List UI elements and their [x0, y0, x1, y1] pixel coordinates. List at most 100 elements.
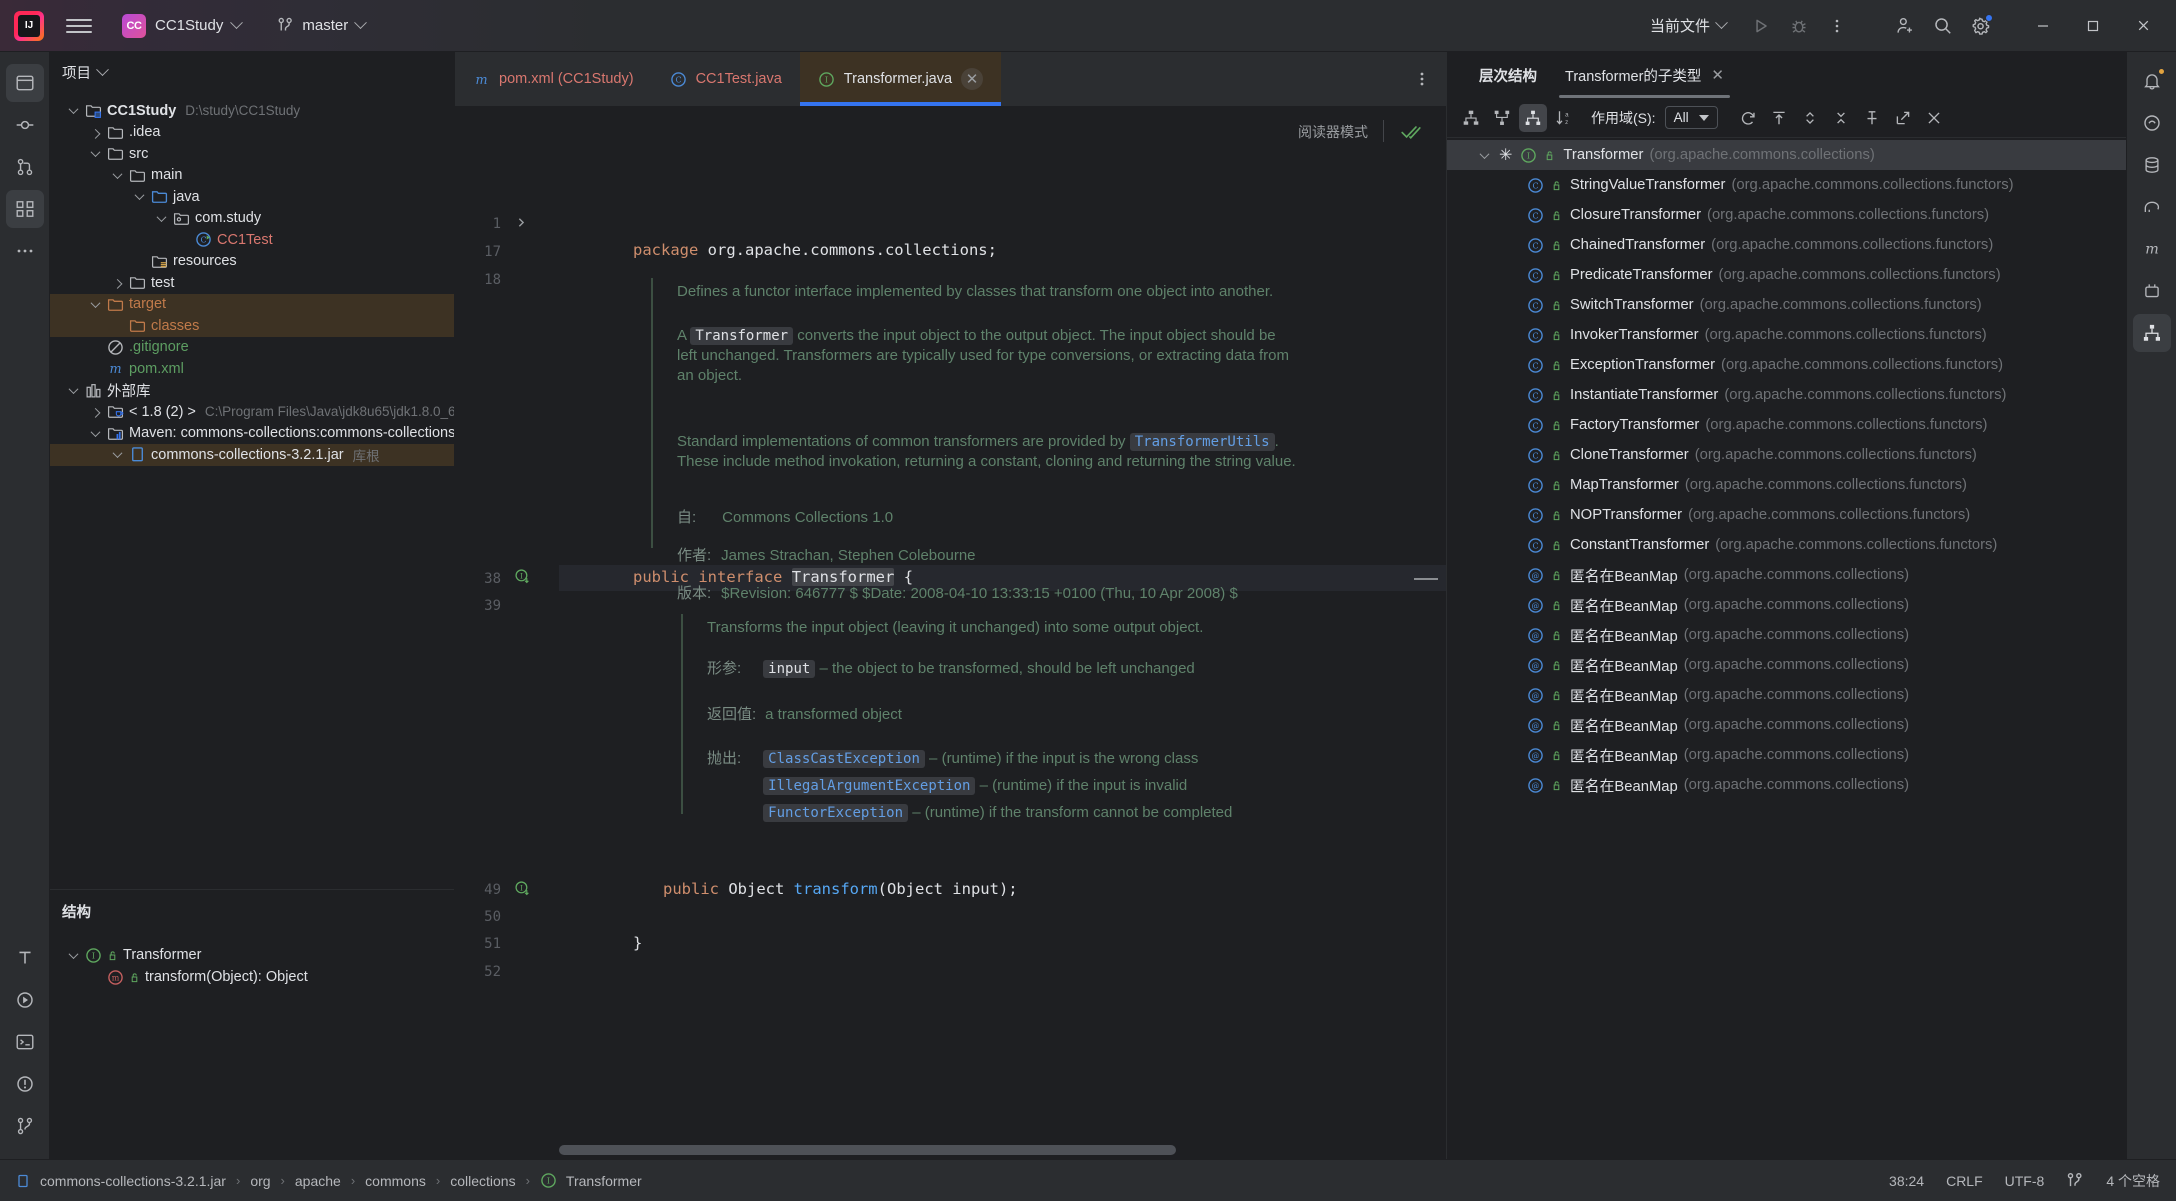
structure-tree[interactable]: I Transformer m transform(Object): Object — [50, 932, 454, 1159]
hierarchy-row-clonetransformer[interactable]: C CloneTransformer (org.apache.commons.col… — [1447, 440, 2126, 470]
code-text-area[interactable]: package org.apache.commons.collections; … — [559, 106, 1446, 1159]
breadcrumb[interactable]: commons-collections-3.2.1.jar › org › apache… — [40, 1172, 642, 1189]
breadcrumb-item[interactable]: I Transformer — [540, 1172, 642, 1189]
tree-item-java[interactable]: java — [50, 186, 454, 208]
hierarchy-row-invokertransformer[interactable]: C InvokerTransformer (org.apache.commons.c… — [1447, 320, 2126, 350]
tree-item-src[interactable]: src — [50, 143, 454, 165]
breadcrumb-item[interactable]: apache — [295, 1173, 341, 1189]
breadcrumb-item[interactable]: commons-collections-3.2.1.jar — [40, 1173, 226, 1189]
tab-cc1test-java[interactable]: C CC1Test.java — [652, 52, 800, 106]
main-menu-button[interactable] — [66, 13, 92, 39]
rail-run-button[interactable] — [6, 981, 44, 1019]
tree-item-cc1test[interactable]: C CC1Test — [50, 229, 454, 251]
rail-plugins-button[interactable] — [2133, 272, 2171, 310]
tree-item-jdk[interactable]: < 1.8 (2) > C:\Program Files\Java\jdk8u65… — [50, 401, 454, 423]
editor-gutter[interactable]: 1 17 18 38 39 49 50 51 52 I I — [455, 106, 559, 1159]
search-everywhere-button[interactable] — [1926, 9, 1960, 43]
rail-version-control-button[interactable] — [6, 1107, 44, 1145]
hierarchy-row-anonymous-beanmap-4[interactable]: @ 匿名在BeanMap (org.apache.commons.collectio… — [1447, 650, 2126, 680]
rail-notifications-button[interactable] — [2133, 62, 2171, 100]
rail-ai-assistant-button[interactable] — [2133, 104, 2171, 142]
hierarchy-row-factorytransformer[interactable]: C FactoryTransformer (org.apache.commons.c… — [1447, 410, 2126, 440]
rail-database-button[interactable] — [2133, 146, 2171, 184]
hierarchy-list[interactable]: ✳ I Transformer (org.apache.commons.collect… — [1447, 138, 2126, 1159]
close-window-button[interactable] — [2120, 6, 2166, 46]
hierarchy-row-anonymous-beanmap-2[interactable]: @ 匿名在BeanMap (org.apache.commons.collectio… — [1447, 590, 2126, 620]
rail-todo-button[interactable] — [6, 939, 44, 977]
tree-item-test[interactable]: test — [50, 272, 454, 294]
sort-alphabetically-button[interactable]: a z — [1550, 104, 1578, 132]
maximize-window-button[interactable] — [2070, 6, 2116, 46]
hierarchy-row-anonymous-beanmap-1[interactable]: @ 匿名在BeanMap (org.apache.commons.collectio… — [1447, 560, 2126, 590]
tree-item-com-study[interactable]: com.study — [50, 208, 454, 230]
chevron-right-icon[interactable] — [86, 128, 104, 139]
tree-item-gitignore[interactable]: .gitignore — [50, 337, 454, 359]
chevron-down-icon[interactable] — [96, 62, 109, 76]
close-panel-button[interactable] — [1920, 104, 1948, 132]
hierarchy-row-exceptiontransformer[interactable]: C ExceptionTransformer (org.apache.commons… — [1447, 350, 2126, 380]
chevron-down-icon[interactable] — [1475, 148, 1493, 159]
inspections-ok-icon[interactable] — [1400, 121, 1422, 143]
hierarchy-row-transformer[interactable]: ✳ I Transformer (org.apache.commons.collect… — [1447, 140, 2126, 170]
horizontal-scrollbar[interactable] — [559, 1145, 1416, 1155]
fold-expand-arrow[interactable] — [515, 216, 528, 229]
chevron-down-icon[interactable] — [64, 948, 82, 959]
javadoc-link-transformerutils[interactable]: TransformerUtils — [1129, 433, 1275, 451]
rail-gradle-button[interactable] — [2133, 188, 2171, 226]
invite-user-button[interactable] — [1888, 9, 1922, 43]
chevron-right-icon[interactable] — [108, 279, 126, 290]
chevron-down-icon[interactable] — [64, 104, 82, 115]
chevron-down-icon[interactable] — [64, 383, 82, 394]
run-button[interactable] — [1744, 9, 1778, 43]
breadcrumb-item[interactable]: collections — [450, 1173, 515, 1189]
tree-item-idea[interactable]: .idea — [50, 122, 454, 144]
chevron-down-icon[interactable] — [86, 426, 104, 437]
supertypes-hierarchy-button[interactable] — [1488, 104, 1516, 132]
rail-commit-button[interactable] — [6, 106, 44, 144]
tab-pom-xml[interactable]: m pom.xml (CC1Study) — [455, 52, 652, 106]
editor-tabs-more-button[interactable] — [1398, 52, 1446, 106]
hierarchy-row-constanttransformer[interactable]: C ConstantTransformer (org.apache.commons.… — [1447, 530, 2126, 560]
close-tab-icon[interactable]: ✕ — [961, 68, 984, 90]
git-branch-selector[interactable]: master — [269, 13, 373, 38]
hierarchy-row-anonymous-beanmap-6[interactable]: @ 匿名在BeanMap (org.apache.commons.collectio… — [1447, 710, 2126, 740]
hierarchy-row-maptransformer[interactable]: C MapTransformer (org.apache.commons.colle… — [1447, 470, 2126, 500]
settings-button[interactable] — [1964, 9, 1998, 43]
debug-button[interactable] — [1782, 9, 1816, 43]
rail-pullrequests-button[interactable] — [6, 148, 44, 186]
rail-more-button[interactable] — [6, 232, 44, 270]
hierarchy-row-chainedtransformer[interactable]: C ChainedTransformer (org.apache.commons.c… — [1447, 230, 2126, 260]
hierarchy-row-closuretransformer[interactable]: C ClosureTransformer (org.apache.commons.c… — [1447, 200, 2126, 230]
tab-transformer-java[interactable]: I Transformer.java ✕ — [799, 52, 1002, 106]
chevron-down-icon[interactable] — [86, 147, 104, 158]
structure-item-transformer[interactable]: I Transformer — [50, 944, 454, 966]
hierarchy-row-predicatetransformer[interactable]: C PredicateTransformer (org.apache.commons… — [1447, 260, 2126, 290]
project-tree[interactable]: CC1Study D:\study\CC1Study .idea src main jav… — [50, 92, 454, 889]
tree-item-pom-xml[interactable]: m pom.xml — [50, 358, 454, 380]
pin-tab-button[interactable] — [1858, 104, 1886, 132]
chevron-down-icon[interactable] — [108, 168, 126, 179]
hierarchy-row-anonymous-beanmap-5[interactable]: @ 匿名在BeanMap (org.apache.commons.collectio… — [1447, 680, 2126, 710]
breadcrumb-item[interactable]: org — [250, 1173, 270, 1189]
implemented-by-marker[interactable]: I — [515, 569, 530, 584]
more-actions-button[interactable] — [1820, 9, 1854, 43]
hierarchy-row-anonymous-beanmap-7[interactable]: @ 匿名在BeanMap (org.apache.commons.collectio… — [1447, 740, 2126, 770]
tree-item-commons-collections-jar[interactable]: commons-collections-3.2.1.jar 库根 — [50, 444, 454, 466]
rail-problems-button[interactable] — [6, 1065, 44, 1103]
hierarchy-row-noptransformer[interactable]: C NOPTransformer (org.apache.commons.colle… — [1447, 500, 2126, 530]
open-in-editor-button[interactable] — [1889, 104, 1917, 132]
reader-mode-label[interactable]: 阅读器模式 — [1298, 122, 1368, 142]
collapse-all-button[interactable] — [1827, 104, 1855, 132]
chevron-down-icon[interactable] — [130, 190, 148, 201]
rail-hierarchy-button[interactable] — [2132, 314, 2171, 352]
hierarchy-row-anonymous-beanmap-8[interactable]: @ 匿名在BeanMap (org.apache.commons.collectio… — [1447, 770, 2126, 800]
caret-position[interactable]: 38:24 — [1889, 1173, 1924, 1189]
tree-item-main[interactable]: main — [50, 165, 454, 187]
rail-terminal-button[interactable] — [6, 1023, 44, 1061]
rail-maven-button[interactable]: m — [2133, 230, 2171, 268]
indent-setting[interactable]: 4 个空格 — [2106, 1171, 2160, 1191]
subtypes-hierarchy-button[interactable] — [1519, 103, 1547, 132]
breadcrumb-item[interactable]: commons — [365, 1173, 426, 1189]
javadoc-exception-chip[interactable]: IllegalArgumentException — [763, 777, 976, 795]
minimize-window-button[interactable] — [2020, 6, 2066, 46]
